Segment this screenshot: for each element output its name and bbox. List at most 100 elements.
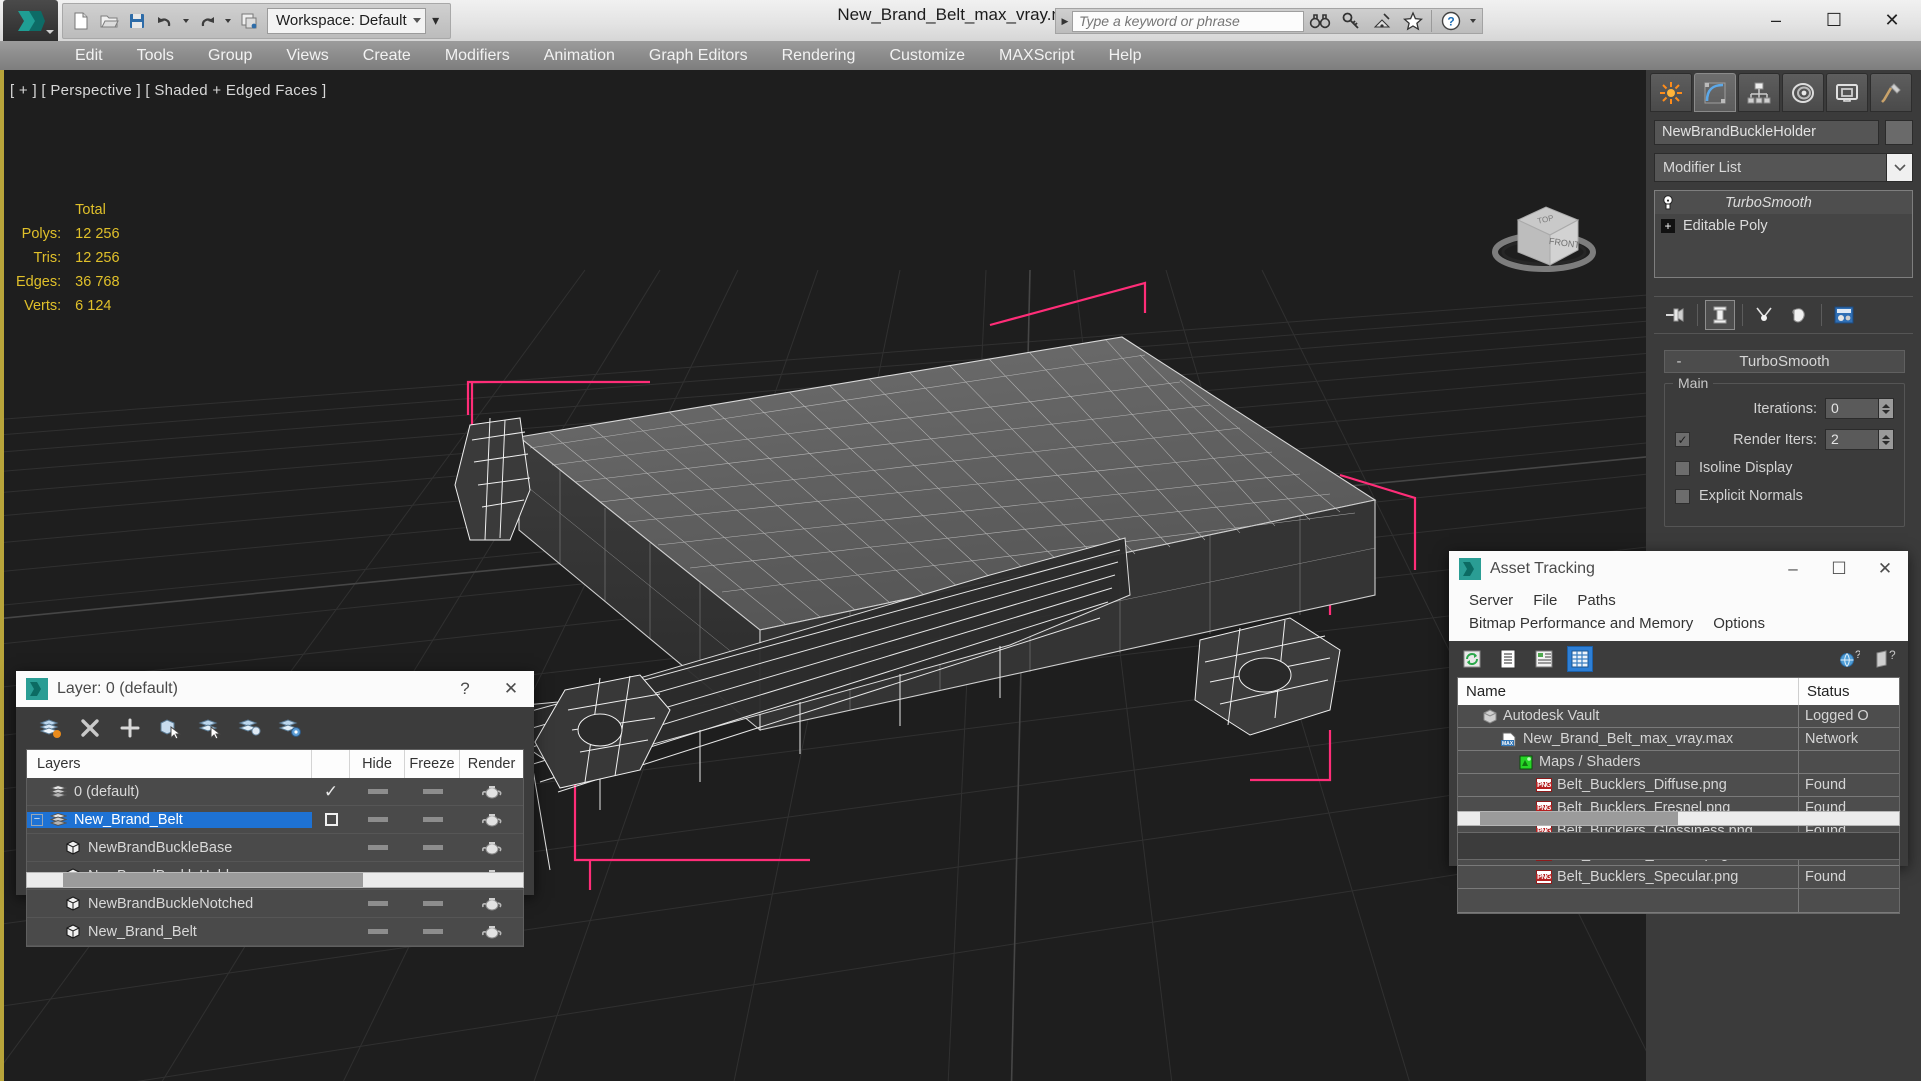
asset-close-button[interactable]: ✕ xyxy=(1862,551,1908,587)
open-file-button[interactable] xyxy=(95,7,123,35)
asset-horizontal-scrollbar[interactable] xyxy=(1457,811,1900,826)
layer-hide-cell[interactable] xyxy=(350,901,405,906)
asset-row[interactable]: PNG Belt_Bucklers_Specular.png Found xyxy=(1458,866,1899,889)
layer-row[interactable]: NewBrandBuckleNotched xyxy=(27,890,523,918)
help-button[interactable]: ? xyxy=(1872,646,1898,672)
menu-item-modifiers[interactable]: Modifiers xyxy=(428,43,527,69)
iterations-input[interactable]: 0 xyxy=(1825,398,1879,419)
asset-name-cell[interactable]: MAX New_Brand_Belt_max_vray.max xyxy=(1458,728,1799,750)
layer-render-cell[interactable] xyxy=(460,896,523,912)
layer-freeze-cell[interactable] xyxy=(405,901,460,906)
application-menu-button[interactable] xyxy=(3,0,58,41)
viewcube[interactable]: TOP FRONT xyxy=(1484,180,1604,285)
list-view-button[interactable] xyxy=(1495,646,1521,672)
add-vault-help-button[interactable]: ? xyxy=(1836,646,1862,672)
layer-help-button[interactable]: ? xyxy=(442,671,488,707)
asset-maximize-button[interactable]: ☐ xyxy=(1816,551,1862,587)
modifier-stack[interactable]: ● TurboSmooth + Editable Poly xyxy=(1654,190,1913,278)
asset-minimize-button[interactable]: – xyxy=(1770,551,1816,587)
menu-item-maxscript[interactable]: MAXScript xyxy=(982,43,1092,69)
layer-hide-cell[interactable] xyxy=(350,929,405,934)
find-button[interactable] xyxy=(1304,8,1335,34)
layer-name-cell[interactable]: NewBrandBuckleBase xyxy=(27,840,312,856)
scrollbar-thumb[interactable] xyxy=(1480,812,1678,825)
pin-stack-button[interactable] xyxy=(1660,300,1690,330)
asset-menu-bitmap-performance-and-memory[interactable]: Bitmap Performance and Memory xyxy=(1459,612,1703,635)
layer-dialog-titlebar[interactable]: Layer: 0 (default) ? ✕ xyxy=(16,671,534,707)
save-file-button[interactable] xyxy=(123,7,151,35)
layer-hide-cell[interactable] xyxy=(350,845,405,850)
render-iters-input[interactable]: 2 xyxy=(1825,429,1879,450)
select-objects-in-layer-button[interactable] xyxy=(156,714,184,742)
redo-button[interactable] xyxy=(193,7,221,35)
tab-hierarchy[interactable] xyxy=(1738,73,1780,112)
iterations-spinner[interactable] xyxy=(1879,398,1894,419)
help-button[interactable]: ? xyxy=(1435,8,1466,34)
object-color-swatch[interactable] xyxy=(1885,120,1913,145)
menu-item-graph-editors[interactable]: Graph Editors xyxy=(632,43,765,69)
layer-horizontal-scrollbar[interactable] xyxy=(26,872,524,888)
tab-create[interactable] xyxy=(1650,73,1692,112)
toolbar-overflow-button[interactable]: ▾ xyxy=(426,8,446,34)
menu-item-group[interactable]: Group xyxy=(191,43,269,69)
menu-item-animation[interactable]: Animation xyxy=(527,43,632,69)
scrollbar-thumb[interactable] xyxy=(63,873,363,887)
workspace-selector[interactable]: Workspace: Default xyxy=(267,7,426,34)
tab-utilities[interactable] xyxy=(1870,73,1912,112)
isoline-display-checkbox[interactable] xyxy=(1675,460,1690,476)
column-hide[interactable]: Hide xyxy=(350,750,405,778)
column-layers[interactable]: Layers xyxy=(27,750,312,778)
redo-dropdown-icon[interactable] xyxy=(225,18,231,23)
column-status[interactable]: Status xyxy=(1799,678,1899,705)
detail-view-button[interactable] xyxy=(1531,646,1557,672)
render-iters-spinner[interactable] xyxy=(1879,429,1894,450)
layer-row[interactable]: NewBrandBuckleBase xyxy=(27,834,523,862)
modifier-stack-item[interactable]: ● TurboSmooth xyxy=(1655,191,1912,214)
layer-render-cell[interactable] xyxy=(460,840,523,856)
license-button[interactable] xyxy=(1335,8,1366,34)
tab-motion[interactable] xyxy=(1782,73,1824,112)
asset-name-cell[interactable]: PNG Belt_Bucklers_Diffuse.png xyxy=(1458,774,1799,796)
viewport-label[interactable]: [ + ] [ Perspective ] [ Shaded + Edged F… xyxy=(10,82,326,99)
layer-render-cell[interactable] xyxy=(460,784,523,800)
make-unique-button[interactable] xyxy=(1750,300,1780,330)
layer-hide-cell[interactable] xyxy=(350,789,405,794)
column-name[interactable]: Name xyxy=(1458,678,1799,705)
menu-item-create[interactable]: Create xyxy=(346,43,428,69)
select-highlighted-layer-button[interactable] xyxy=(196,714,224,742)
layer-properties-button[interactable] xyxy=(276,714,304,742)
modifier-list-dropdown[interactable]: Modifier List xyxy=(1654,153,1913,182)
create-new-layer-button[interactable] xyxy=(36,714,64,742)
menu-item-customize[interactable]: Customize xyxy=(872,43,982,69)
remove-modifier-button[interactable] xyxy=(1784,300,1814,330)
asset-row[interactable]: PNG Belt_Bucklers_Diffuse.png Found xyxy=(1458,774,1899,797)
layer-current-cell[interactable] xyxy=(312,813,350,826)
new-file-button[interactable] xyxy=(67,7,95,35)
layer-freeze-cell[interactable] xyxy=(405,789,460,794)
search-input[interactable] xyxy=(1072,10,1304,32)
column-freeze[interactable]: Freeze xyxy=(405,750,460,778)
search-expand-icon[interactable]: ▶ xyxy=(1058,10,1072,32)
add-layer-button[interactable] xyxy=(116,714,144,742)
minimize-button[interactable]: – xyxy=(1747,0,1805,41)
delete-layer-button[interactable] xyxy=(76,714,104,742)
layer-freeze-cell[interactable] xyxy=(405,929,460,934)
layer-name-cell[interactable]: New_Brand_Belt xyxy=(27,924,312,940)
undo-button[interactable] xyxy=(151,7,179,35)
layer-row[interactable]: 0 (default) ✓ xyxy=(27,778,523,806)
menu-item-tools[interactable]: Tools xyxy=(120,43,191,69)
expander-collapse-icon[interactable]: − xyxy=(31,813,43,826)
layer-render-cell[interactable] xyxy=(460,924,523,940)
show-end-result-button[interactable] xyxy=(1705,300,1735,330)
explicit-normals-checkbox[interactable] xyxy=(1675,488,1690,504)
object-name-field[interactable]: NewBrandBuckleHolder xyxy=(1654,120,1879,145)
undo-dropdown-icon[interactable] xyxy=(183,18,189,23)
refresh-button[interactable] xyxy=(1459,646,1485,672)
close-button[interactable]: ✕ xyxy=(1863,0,1921,41)
asset-dialog-titlebar[interactable]: Asset Tracking – ☐ ✕ xyxy=(1449,551,1908,587)
grid-view-button[interactable] xyxy=(1567,646,1593,672)
asset-name-cell[interactable]: Maps / Shaders xyxy=(1458,751,1799,773)
layer-current-cell[interactable]: ✓ xyxy=(312,783,350,800)
asset-row[interactable]: Autodesk Vault Logged O xyxy=(1458,705,1899,728)
maximize-button[interactable]: ☐ xyxy=(1805,0,1863,41)
